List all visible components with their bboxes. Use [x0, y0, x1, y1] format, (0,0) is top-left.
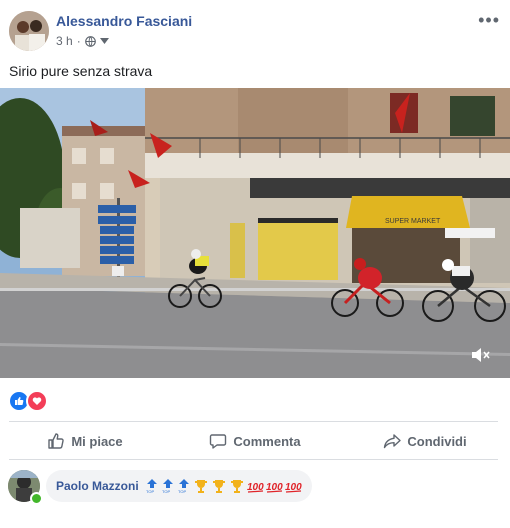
- svg-text:TOP: TOP: [146, 489, 154, 494]
- love-reaction-icon: [26, 390, 48, 412]
- post-text: Sirio pure senza strava: [9, 63, 153, 79]
- share-button[interactable]: Condividi: [340, 425, 510, 457]
- top-arrow-icon: TOP: [178, 479, 189, 494]
- globe-icon[interactable]: [84, 35, 96, 47]
- trophy-icon: [212, 480, 225, 493]
- volume-mute-icon[interactable]: [470, 346, 492, 364]
- reaction-summary[interactable]: [8, 390, 48, 412]
- video-frame: SUPER MARKET: [0, 88, 510, 378]
- comment-bubble: Paolo Mazzoni TOP TOP TOP 100 100 100: [46, 470, 312, 502]
- like-label: Mi piace: [71, 433, 123, 449]
- post-time[interactable]: 3 h: [56, 34, 73, 48]
- divider: [9, 421, 498, 422]
- comment-label: Commenta: [233, 433, 301, 449]
- video-player[interactable]: SUPER MARKET: [0, 88, 510, 378]
- share-icon: [384, 434, 402, 449]
- divider: [9, 459, 498, 460]
- share-label: Condividi: [407, 433, 467, 449]
- chevron-down-icon[interactable]: [99, 38, 109, 44]
- svg-text:TOP: TOP: [162, 489, 170, 494]
- online-status-dot: [30, 492, 43, 505]
- shop-sign: SUPER MARKET: [385, 218, 441, 225]
- trophy-icon: [194, 480, 207, 493]
- top-arrow-icon: TOP: [162, 479, 173, 494]
- svg-text:TOP: TOP: [178, 489, 186, 494]
- top-arrow-icon: TOP: [146, 479, 157, 494]
- hundred-points-icon: 100: [266, 482, 283, 493]
- comment-item: Paolo Mazzoni TOP TOP TOP 100 100 100: [0, 466, 510, 506]
- hundred-points-icon: 100: [247, 482, 264, 493]
- author-name[interactable]: Alessandro Fasciani: [56, 13, 192, 29]
- post-actions: Mi piace Commenta Condividi: [0, 425, 510, 457]
- comment-emojis: TOP TOP TOP 100 100 100: [145, 478, 302, 494]
- thumbs-up-icon: [48, 433, 65, 449]
- avatar-photo: [9, 11, 49, 51]
- comment-icon: [210, 434, 227, 449]
- trophy-icon: [230, 480, 243, 493]
- post-meta: 3 h ·: [56, 34, 109, 48]
- hundred-points-icon: 100: [285, 482, 302, 493]
- commenter-name[interactable]: Paolo Mazzoni: [56, 479, 139, 493]
- author-avatar[interactable]: [9, 11, 49, 51]
- comment-button[interactable]: Commenta: [170, 425, 340, 457]
- more-icon[interactable]: •••: [478, 10, 500, 31]
- like-button[interactable]: Mi piace: [0, 425, 170, 457]
- post-header: Alessandro Fasciani 3 h · •••: [0, 0, 510, 60]
